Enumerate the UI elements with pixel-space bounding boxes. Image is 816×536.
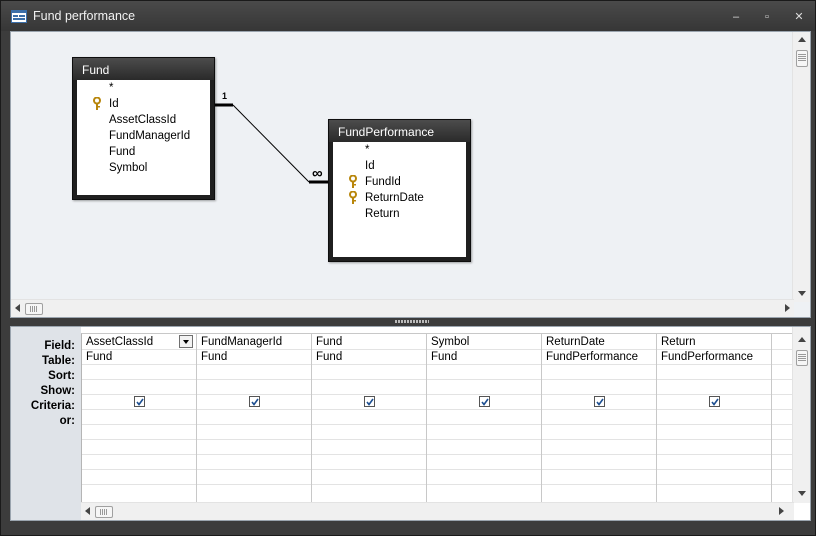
window-title: Fund performance [33,9,136,23]
field-fundid[interactable]: FundId [365,176,401,192]
field-assetclassid[interactable]: AssetClassId [109,114,176,130]
show-checkbox[interactable] [594,396,605,407]
title-bar[interactable]: Fund performance – ▫ ✕ [1,1,815,31]
scroll-left-icon[interactable] [85,507,90,515]
field-id[interactable]: Id [365,160,375,176]
table-fundperformance[interactable]: FundPerformance * Id FundId ReturnDate R… [328,119,471,262]
scroll-thumb[interactable] [95,506,113,518]
scroll-thumb[interactable] [25,303,43,315]
field-symbol[interactable]: Symbol [109,162,147,178]
table-fundperformance-header[interactable]: FundPerformance [329,120,470,142]
grid-row-labels: Field: Table: Sort: Show: Criteria: or: [11,327,81,520]
query-design-window: Fund performance – ▫ ✕ 1 ∞ Fund * Id Ass… [0,0,816,536]
row-label-sort: Sort: [48,370,75,382]
scroll-thumb[interactable] [796,350,808,366]
grid-table-cell[interactable]: FundPerformance [546,351,638,363]
grid-field-cell[interactable]: Fund [316,336,342,348]
scroll-thumb[interactable] [796,50,808,67]
show-checkbox[interactable] [364,396,375,407]
primary-key-icon [349,191,357,204]
grid-column[interactable]: ReturnDate FundPerformance [542,334,657,502]
scroll-down-icon[interactable] [798,491,806,496]
close-button[interactable]: ✕ [789,9,809,25]
chevron-down-icon [183,340,189,344]
row-label-field: Field: [44,340,75,352]
maximize-button[interactable]: ▫ [757,9,777,25]
primary-key-icon [349,175,357,188]
grid-table-cell[interactable]: Fund [201,351,227,363]
grid-table-cell[interactable]: Fund [431,351,457,363]
grid-column[interactable]: FundManagerId Fund [197,334,312,502]
grid-field-cell[interactable]: Symbol [431,336,469,348]
grid-field-cell[interactable]: AssetClassId [86,336,153,348]
minimize-button[interactable]: – [726,9,746,25]
table-fund-title: Fund [82,63,110,77]
grid-table-cell[interactable]: Fund [86,351,112,363]
scroll-down-icon[interactable] [798,291,806,296]
scroll-up-icon[interactable] [798,37,806,42]
table-fund[interactable]: Fund * Id AssetClassId FundManagerId Fun… [72,57,215,200]
field-fund[interactable]: Fund [109,146,135,162]
row-label-criteria: Criteria: [30,400,75,412]
grid-field-cell[interactable]: Return [661,336,696,348]
row-label-show: Show: [40,385,76,397]
relationship-many-label: ∞ [312,165,323,182]
grid-field-cell[interactable]: ReturnDate [546,336,605,348]
relationship-one-label: 1 [222,91,228,101]
grid-vertical-scrollbar[interactable] [792,327,810,503]
field-fundmanagerid[interactable]: FundManagerId [109,130,190,146]
grid-column[interactable] [772,334,791,502]
field-returndate[interactable]: ReturnDate [365,192,424,208]
show-checkbox[interactable] [479,396,490,407]
scroll-left-icon[interactable] [15,304,20,312]
field-dropdown-button[interactable] [179,335,193,348]
row-label-or: or: [59,415,75,427]
field-id[interactable]: Id [109,98,119,114]
field-return[interactable]: Return [365,208,400,224]
grid-column[interactable]: Symbol Fund [427,334,542,502]
query-grid[interactable]: AssetClassId Fund FundManagerId Fund Fun… [81,333,792,502]
table-fund-fields: * Id AssetClassId FundManagerId Fund Sym… [77,80,210,195]
row-label-table: Table: [41,355,75,367]
grid-column[interactable]: Return FundPerformance [657,334,772,502]
diagram-horizontal-scrollbar[interactable] [11,299,794,317]
diagram-vertical-scrollbar[interactable] [792,32,810,302]
field-star[interactable]: * [109,82,113,98]
scroll-right-icon[interactable] [779,507,784,515]
show-checkbox[interactable] [249,396,260,407]
table-fund-header[interactable]: Fund [73,58,214,80]
table-fundperformance-title: FundPerformance [338,125,435,139]
grid-table-cell[interactable]: FundPerformance [661,351,753,363]
show-checkbox[interactable] [709,396,720,407]
grid-column[interactable]: Fund Fund [312,334,427,502]
field-star[interactable]: * [365,144,369,160]
grid-field-cell[interactable]: FundManagerId [201,336,282,348]
scroll-right-icon[interactable] [785,304,790,312]
table-diagram-pane[interactable]: 1 ∞ Fund * Id AssetClassId FundManagerId… [10,31,811,318]
query-design-icon [11,10,27,23]
grid-table-cell[interactable]: Fund [316,351,342,363]
scroll-up-icon[interactable] [798,337,806,342]
pane-splitter[interactable] [10,318,811,326]
grid-horizontal-scrollbar[interactable] [81,502,794,520]
table-fundperformance-fields: * Id FundId ReturnDate Return [333,142,466,257]
splitter-grip-icon [395,320,429,323]
primary-key-icon [93,97,101,110]
grid-column[interactable]: AssetClassId Fund [82,334,197,502]
show-checkbox[interactable] [134,396,145,407]
query-design-grid-pane[interactable]: Field: Table: Sort: Show: Criteria: or: … [10,326,811,521]
